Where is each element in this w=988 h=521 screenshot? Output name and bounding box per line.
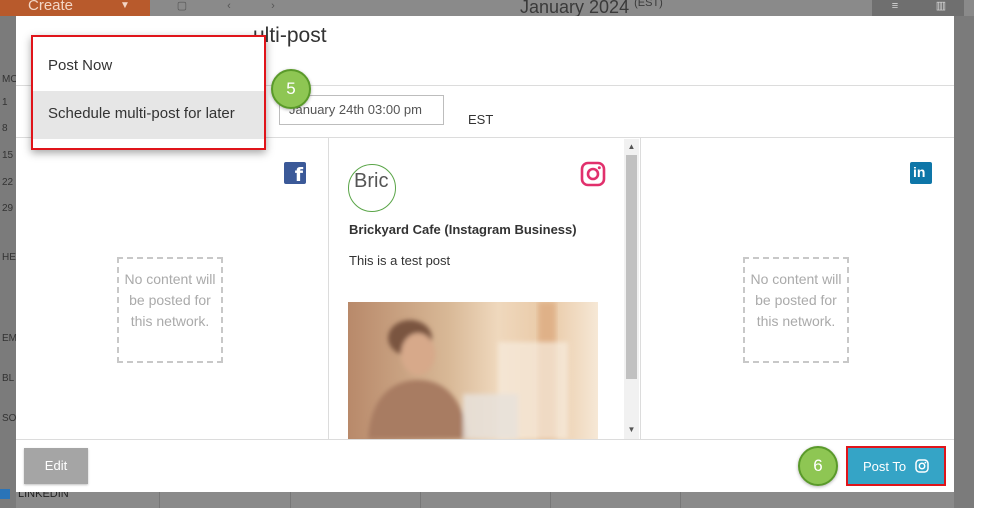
rail-text: EM bbox=[2, 333, 17, 344]
rail-text: 1 bbox=[2, 97, 8, 108]
calendar-bottom-row bbox=[16, 492, 954, 508]
calendar-icon[interactable]: ▢ bbox=[165, 0, 199, 16]
prev-month-button[interactable]: ‹ bbox=[212, 0, 246, 16]
scroll-up-icon[interactable]: ▲ bbox=[624, 141, 639, 153]
facebook-empty-placeholder: No content will be posted for this netwo… bbox=[117, 257, 223, 363]
post-to-label: Post To bbox=[863, 459, 907, 474]
calendar-left-rail: MO 1 8 15 22 29 HE EM BL SO bbox=[0, 16, 18, 508]
column-divider bbox=[328, 138, 329, 439]
avatar-alt-text: Bric bbox=[354, 170, 389, 192]
step-callout-6: 6 bbox=[798, 446, 838, 486]
menu-item-label: Post Now bbox=[48, 57, 113, 74]
grid-view-button[interactable]: ▥ bbox=[918, 0, 964, 16]
instagram-icon bbox=[915, 459, 929, 473]
rail-text: 22 bbox=[2, 177, 14, 188]
chevron-down-icon: ▼ bbox=[120, 0, 130, 11]
timezone-label: EST bbox=[468, 112, 494, 127]
column-divider bbox=[640, 138, 641, 439]
list-view-button[interactable]: ≡ bbox=[872, 0, 918, 16]
rail-text: BL bbox=[2, 373, 15, 384]
avatar: Bric bbox=[348, 164, 396, 212]
instagram-icon bbox=[580, 161, 606, 187]
post-mode-dropdown: Post Now Schedule multi-post for later bbox=[31, 35, 266, 150]
menu-item-post-now[interactable]: Post Now bbox=[33, 43, 264, 91]
post-image bbox=[348, 302, 598, 439]
linkedin-empty-placeholder: No content will be posted for this netwo… bbox=[743, 257, 849, 363]
menu-item-schedule-later[interactable]: Schedule multi-post for later bbox=[33, 91, 264, 139]
rail-text: SO bbox=[2, 413, 17, 424]
rail-text: HE bbox=[2, 252, 16, 263]
next-month-button[interactable]: › bbox=[256, 0, 290, 16]
footer-divider bbox=[16, 439, 954, 440]
checkbox-icon bbox=[0, 489, 10, 500]
post-to-button[interactable]: Post To bbox=[846, 446, 946, 486]
post-text: This is a test post bbox=[349, 253, 451, 268]
menu-item-label: Schedule multi-post for later bbox=[48, 105, 235, 122]
instagram-scrollbar[interactable]: ▲ ▼ bbox=[624, 139, 639, 439]
linkedin-icon: in bbox=[910, 162, 932, 184]
rail-text: 15 bbox=[2, 150, 14, 161]
page-margin bbox=[974, 0, 988, 521]
create-button[interactable]: Create ▼ bbox=[0, 0, 150, 16]
step-callout-5: 5 bbox=[271, 69, 311, 109]
rail-text: 29 bbox=[2, 203, 14, 214]
rail-text: 8 bbox=[2, 123, 8, 134]
create-button-label: Create bbox=[28, 0, 74, 14]
scrollbar-thumb[interactable] bbox=[626, 155, 637, 379]
scroll-down-icon[interactable]: ▼ bbox=[624, 424, 639, 436]
edit-button[interactable]: Edit bbox=[24, 448, 88, 484]
facebook-icon: f bbox=[284, 162, 306, 186]
profile-name: Brickyard Cafe (Instagram Business) bbox=[349, 222, 577, 237]
